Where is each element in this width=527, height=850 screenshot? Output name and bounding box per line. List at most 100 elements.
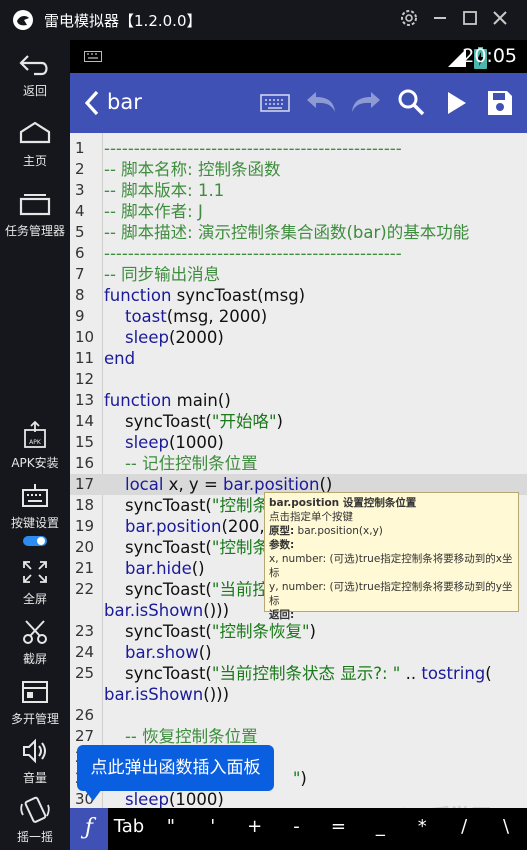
close-window-icon[interactable] [488,8,512,32]
sidebar-item-multi-instance[interactable]: 多开管理 [0,678,70,727]
back-arrow-icon [19,55,48,76]
line-number: 22 [75,580,95,598]
code-line[interactable]: 16 -- 记住控制条位置 [70,453,527,474]
android-status-bar: 20:05 [70,40,527,73]
code-text: toast(msg, 2000) [104,306,267,327]
emulator-titlebar: 雷电模拟器【1.2.0.0】 [0,0,527,40]
save-icon[interactable] [486,89,514,117]
emulator-name: 雷电模拟器 [44,12,120,30]
symbol-key[interactable]: Tab [108,808,150,850]
symbol-key[interactable]: / [443,808,485,850]
code-text: bar.isShown())) [104,600,229,621]
shake-icon [20,796,50,823]
code-line[interactable]: 1 ---------------------------------------… [70,138,527,159]
maximize-window-icon[interactable] [458,8,482,32]
code-line[interactable]: 7 -- 同步输出消息 [70,264,527,285]
task-manager-icon [19,194,51,216]
key-settings-toggle[interactable] [22,535,48,547]
line-number: 5 [75,223,85,241]
keyboard-status-icon [84,51,102,62]
symbol-input-bar: ƒ Tab " ' + - = _ * / \ [70,808,527,850]
line-number: 12 [75,370,95,388]
code-editor[interactable]: 1 ---------------------------------------… [70,133,527,808]
code-token: main() [171,391,231,410]
code-token: bar.position [124,517,222,536]
code-token: -- 记住控制条位置 [104,454,258,473]
code-line[interactable]: 10 sleep(2000) [70,327,527,348]
symbol-key[interactable]: _ [359,808,401,850]
sidebar-item-label: 返回 [22,84,47,98]
tooltip-prototype: 原型: bar.position(x,y) [269,524,518,538]
sidebar-item-shake[interactable]: 摇一摇 [0,796,70,845]
code-line[interactable]: 14 syncToast("开始咯") [70,411,527,432]
code-line[interactable]: bar.isShown())) [70,684,527,705]
run-play-icon[interactable] [445,90,469,116]
code-line[interactable]: 6 ---------------------------------------… [70,243,527,264]
code-line[interactable]: 25 syncToast("当前控制条状态 显示?: " .. tostring… [70,663,527,684]
code-text: -- 脚本名称: 控制条函数 [104,159,280,180]
code-line[interactable]: 5 -- 脚本描述: 演示控制条集合函数(bar)的基本功能 [70,222,527,243]
code-line[interactable]: 23 syncToast("控制条恢复") [70,621,527,642]
code-token: ----------------------------------------… [104,244,402,263]
undo-icon[interactable] [304,87,338,117]
settings-gear-icon[interactable] [397,8,421,32]
keyboard-icon [22,484,48,507]
code-line[interactable]: 9 toast(msg, 2000) [70,306,527,327]
code-line[interactable]: 12 [70,369,527,390]
function-panel-hint-toast[interactable]: 点此弹出函数插入面板 [77,745,274,791]
code-line[interactable]: 4 -- 脚本作者: J [70,201,527,222]
symbol-key[interactable]: - [276,808,318,850]
symbol-key[interactable]: + [234,808,276,850]
symbol-key[interactable]: ' [192,808,234,850]
code-token: local [124,475,164,494]
sidebar-item-apk-install[interactable]: APK APK安装 [0,420,70,471]
code-line[interactable]: 26 [70,705,527,726]
code-line[interactable]: 2 -- 脚本名称: 控制条函数 [70,159,527,180]
symbol-key[interactable]: \ [485,808,527,850]
search-icon[interactable] [396,87,426,117]
line-number: 17 [75,475,95,493]
code-line[interactable]: 8 function syncToast(msg) [70,285,527,306]
line-number: 16 [75,454,95,472]
sidebar-item-task-manager[interactable]: 任务管理器 [0,190,70,239]
code-text: sleep(1000) [104,789,224,808]
code-token: tostring [421,664,486,683]
back-chevron-icon[interactable] [82,89,102,117]
sidebar-item-label: 全屏 [22,592,47,606]
code-line[interactable]: 3 -- 脚本版本: 1.1 [70,180,527,201]
sidebar-item-volume[interactable]: 音量 [0,737,70,786]
line-number: 10 [75,328,95,346]
code-token: -- 脚本版本: 1.1 [104,181,225,200]
minimize-window-icon[interactable] [428,8,452,32]
sidebar-item-key-settings[interactable]: 按键设置 [0,482,70,551]
sidebar-item-screenshot[interactable]: 截屏 [0,618,70,667]
symbol-key[interactable]: * [401,808,443,850]
code-line[interactable]: 15 sleep(1000) [70,432,527,453]
sidebar-item-back[interactable]: 返回 [0,50,70,99]
code-token: (1000) [168,433,224,452]
symbol-key[interactable]: = [318,808,360,850]
sidebar-item-home[interactable]: 主页 [0,120,70,169]
code-line[interactable]: 24 bar.show() [70,642,527,663]
sidebar-item-label: 摇一摇 [16,830,53,844]
tooltip-prototype-value: bar.position(x,y) [294,525,383,537]
symbol-key[interactable]: " [150,808,192,850]
code-text: function main() [104,390,231,411]
code-token: syncToast( [104,496,212,515]
sidebar-item-fullscreen[interactable]: 全屏 [0,558,70,607]
code-text: bar.isShown())) [104,684,229,705]
code-text: end [104,348,135,369]
emulator-title: 雷电模拟器【1.2.0.0】 [44,10,202,31]
code-text: ----------------------------------------… [104,243,402,264]
code-text: bar.show() [104,642,212,663]
function-panel-button[interactable]: ƒ [70,808,108,850]
keyboard-toggle-icon[interactable] [260,92,290,114]
redo-icon[interactable] [349,87,383,117]
code-line[interactable]: 27 -- 恢复控制条位置 [70,726,527,747]
code-line[interactable]: 13 function main() [70,390,527,411]
code-line[interactable]: 11 end [70,348,527,369]
code-token: -- 脚本作者: J [104,202,203,221]
tooltip-description: 点击指定单个按键 [269,511,353,523]
